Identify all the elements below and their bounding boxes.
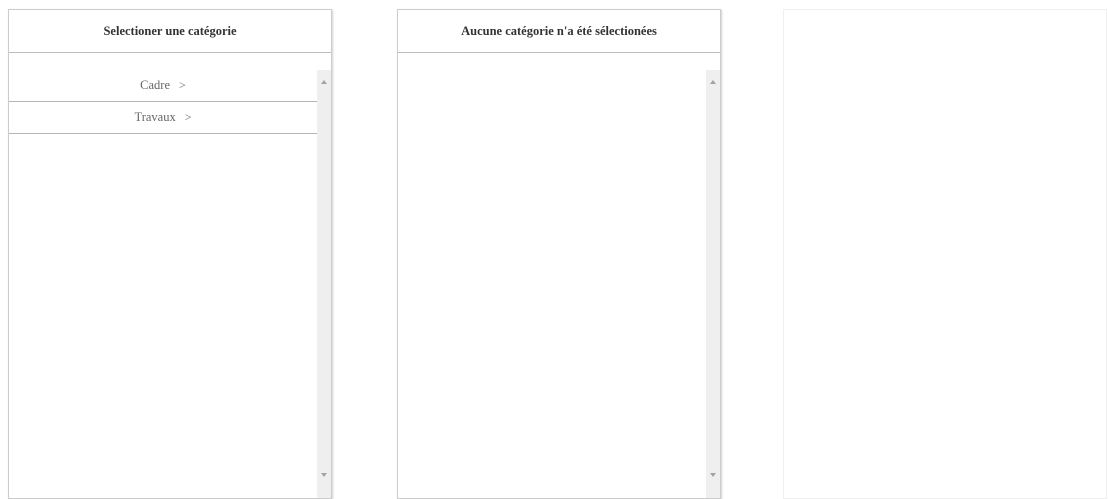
category-list: Cadre > Travaux >	[9, 70, 317, 498]
list-item-label: Travaux	[134, 110, 176, 124]
subcategory-list	[398, 70, 706, 498]
category-panel-body: Cadre > Travaux >	[9, 70, 331, 498]
subcategory-panel-body	[398, 70, 720, 498]
arrow-up-icon[interactable]	[317, 75, 331, 89]
arrow-up-icon[interactable]	[706, 75, 720, 89]
category-panel: Selectioner une catégorie Cadre > Travau…	[8, 9, 332, 499]
category-panel-title: Selectioner une catégorie	[9, 10, 331, 53]
scrollbar[interactable]	[317, 70, 331, 498]
list-item-cadre[interactable]: Cadre >	[9, 70, 317, 102]
subcategory-panel-title: Aucune catégorie n'a été sélectionées	[398, 10, 720, 53]
chevron-right-icon: >	[179, 78, 186, 92]
arrow-down-icon[interactable]	[317, 468, 331, 482]
subcategory-panel: Aucune catégorie n'a été sélectionées	[397, 9, 721, 499]
detail-panel	[783, 9, 1107, 499]
list-item-label: Cadre	[140, 78, 171, 92]
list-item-travaux[interactable]: Travaux >	[9, 102, 317, 134]
scrollbar[interactable]	[706, 70, 720, 498]
chevron-right-icon: >	[184, 110, 192, 124]
arrow-down-icon[interactable]	[706, 468, 720, 482]
